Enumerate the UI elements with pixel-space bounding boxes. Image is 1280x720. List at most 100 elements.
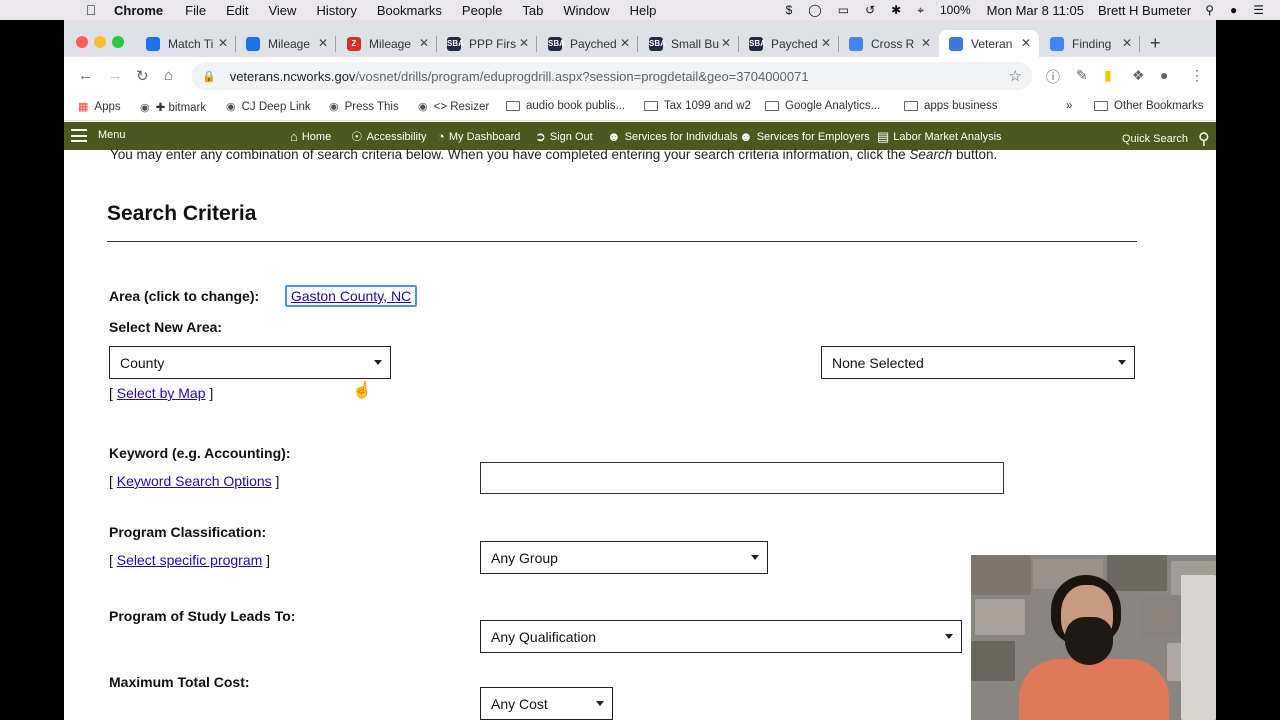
reload-icon[interactable]: ↻ <box>136 67 149 85</box>
bluetooth-icon[interactable]: ✱ <box>891 3 901 17</box>
program-classification-select[interactable]: Any Group <box>480 541 768 574</box>
max-cost-select[interactable]: Any Cost <box>480 687 613 720</box>
nav-home[interactable]: ⌂ Home <box>290 129 331 144</box>
bookmark-tax[interactable]: Tax 1099 and w2 <box>644 100 751 112</box>
close-tab-icon[interactable]: ✕ <box>821 36 831 50</box>
close-tab-icon[interactable]: ✕ <box>419 36 429 50</box>
close-tab-icon[interactable]: ✕ <box>519 36 529 50</box>
menu-file[interactable]: File <box>185 3 206 18</box>
bookmark-star-icon[interactable]: ☆ <box>1009 67 1022 85</box>
bookmark-cj-deep-link[interactable]: ◉ CJ Deep Link <box>226 100 311 114</box>
close-window-button[interactable] <box>76 36 88 48</box>
area-choice-select[interactable]: None Selected <box>821 346 1135 379</box>
hand-cursor-icon: ☝ <box>352 382 372 399</box>
browser-tab[interactable]: Finding ✕ <box>1040 30 1140 57</box>
close-tab-icon[interactable]: ✕ <box>721 36 731 50</box>
nav-sign-out[interactable]: ➲ Sign Out <box>535 129 593 145</box>
nav-services-employers[interactable]: ☻ Services for Employers <box>739 129 870 144</box>
address-bar[interactable]: 🔒 veterans.ncworks.gov/vosnet/drills/pro… <box>192 62 1032 90</box>
dollar-icon[interactable]: $ <box>786 3 793 17</box>
menu-tab[interactable]: Tab <box>522 3 543 18</box>
close-tab-icon[interactable]: ✕ <box>1021 36 1031 50</box>
area-link-box[interactable]: Gaston County, NC <box>285 285 417 307</box>
menu-help[interactable]: Help <box>630 3 657 18</box>
browser-tab[interactable]: SBA Payched ✕ <box>538 30 638 57</box>
airplay-icon[interactable]: ▭ <box>838 3 849 17</box>
browser-tab[interactable]: Cross R ✕ <box>839 30 939 57</box>
battery-percent[interactable]: 100% <box>940 3 971 17</box>
close-tab-icon[interactable]: ✕ <box>620 36 630 50</box>
forward-icon[interactable]: → <box>108 67 123 84</box>
leads-to-select[interactable]: Any Qualification <box>480 620 962 653</box>
nav-label: Sign Out <box>549 131 593 143</box>
menu-app-name[interactable]: Chrome <box>114 3 163 18</box>
select-specific-program-link[interactable]: Select specific program <box>117 552 263 568</box>
nav-services-individuals[interactable]: ☻ Services for Individuals <box>607 129 738 144</box>
folder-icon <box>1094 101 1108 111</box>
select-by-map-link[interactable]: Select by Map <box>117 385 206 401</box>
control-center-icon[interactable]: ☰ <box>1253 3 1264 17</box>
clock[interactable]: Mon Mar 8 11:05 <box>987 3 1084 18</box>
menu-view[interactable]: View <box>268 3 296 18</box>
close-tab-icon[interactable]: ✕ <box>318 36 328 50</box>
menu-bookmarks[interactable]: Bookmarks <box>377 3 442 18</box>
lock-icon[interactable]: 🔒 <box>202 70 216 83</box>
nav-quick-search[interactable]: Quick Search ⚲ <box>1122 129 1214 149</box>
highlighter-extension-icon[interactable]: ▮ <box>1104 67 1112 84</box>
close-tab-icon[interactable]: ✕ <box>921 36 931 50</box>
browser-tab[interactable]: SBA PPP Firs ✕ <box>437 30 537 57</box>
bookmark-apps[interactable]: ▦ Apps <box>78 100 121 114</box>
time-machine-icon[interactable]: ↺ <box>865 3 875 17</box>
browser-tab[interactable]: Z Mileage ✕ <box>337 30 437 57</box>
nav-labor-market[interactable]: ▤ Labor Market Analysis <box>877 129 1002 145</box>
browser-tab[interactable]: Match Ti ✕ <box>136 30 236 57</box>
info-extension-icon[interactable]: ⓘ <box>1046 67 1060 87</box>
profile-avatar-icon[interactable]: ● <box>1160 67 1168 83</box>
bookmark-press-this[interactable]: ◉ Press This <box>329 100 399 114</box>
intro-text-em: Search <box>909 147 953 162</box>
nav-accessibility[interactable]: ☉ Accessibility <box>351 129 427 145</box>
apple-icon[interactable]:  <box>82 2 100 18</box>
browser-tab[interactable]: Mileage ✕ <box>236 30 336 57</box>
menu-window[interactable]: Window <box>563 3 609 18</box>
new-tab-button[interactable]: + <box>1150 33 1161 54</box>
menu-people[interactable]: People <box>462 3 502 18</box>
browser-tab[interactable]: SBA Payched ✕ <box>739 30 839 57</box>
tab-label: Match Ti <box>168 36 214 51</box>
keyword-search-options-link[interactable]: Keyword Search Options <box>117 473 272 489</box>
close-tab-icon[interactable]: ✕ <box>218 36 228 50</box>
close-tab-icon[interactable]: ✕ <box>1122 36 1132 50</box>
nav-menu[interactable]: Menu <box>98 129 126 141</box>
bookmark-google-analytics[interactable]: Google Analytics... <box>765 100 880 112</box>
browser-tab[interactable]: Veteran ✕ <box>939 30 1039 57</box>
area-type-select[interactable]: County <box>109 346 391 379</box>
chevron-down-icon <box>1118 360 1126 365</box>
home-icon[interactable]: ⌂ <box>164 67 173 84</box>
extensions-puzzle-icon[interactable]: ❖ <box>1132 67 1145 84</box>
user-name[interactable]: Brett H Bumeter <box>1098 3 1191 18</box>
siri-icon[interactable]: ● <box>1230 3 1237 17</box>
hamburger-menu-icon[interactable] <box>71 129 87 142</box>
bookmark-apps-business[interactable]: apps business <box>904 100 998 112</box>
browser-tab[interactable]: SBA Small Bu ✕ <box>639 30 739 57</box>
bookmark-other[interactable]: Other Bookmarks <box>1094 100 1203 112</box>
tab-separator <box>637 36 638 52</box>
bookmark-resizer[interactable]: ◉ <> Resizer <box>418 100 489 114</box>
back-icon[interactable]: ← <box>78 67 93 84</box>
area-link[interactable]: Gaston County, NC <box>291 288 411 304</box>
tab-separator <box>335 36 336 52</box>
nav-my-dashboard[interactable]: ◔ My Dashboard <box>437 129 520 144</box>
menu-edit[interactable]: Edit <box>226 3 248 18</box>
bookmark-bitmark[interactable]: ◉ ✚ bitmark <box>140 100 206 115</box>
accessibility-status-icon[interactable]: ◯ <box>808 3 821 17</box>
bookmark-audio-book[interactable]: audio book publis... <box>506 100 625 112</box>
spotlight-search-icon[interactable]: ⚲ <box>1205 3 1214 17</box>
zoom-window-button[interactable] <box>112 36 124 48</box>
bookmarks-overflow-button[interactable]: » <box>1066 100 1072 112</box>
wifi-icon[interactable]: ⌖ <box>917 3 924 18</box>
menu-history[interactable]: History <box>316 3 356 18</box>
minimize-window-button[interactable] <box>94 36 106 48</box>
keyword-input[interactable] <box>480 462 1004 494</box>
pen-extension-icon[interactable]: ✎ <box>1076 67 1088 84</box>
chrome-menu-icon[interactable]: ⋮ <box>1190 67 1204 84</box>
